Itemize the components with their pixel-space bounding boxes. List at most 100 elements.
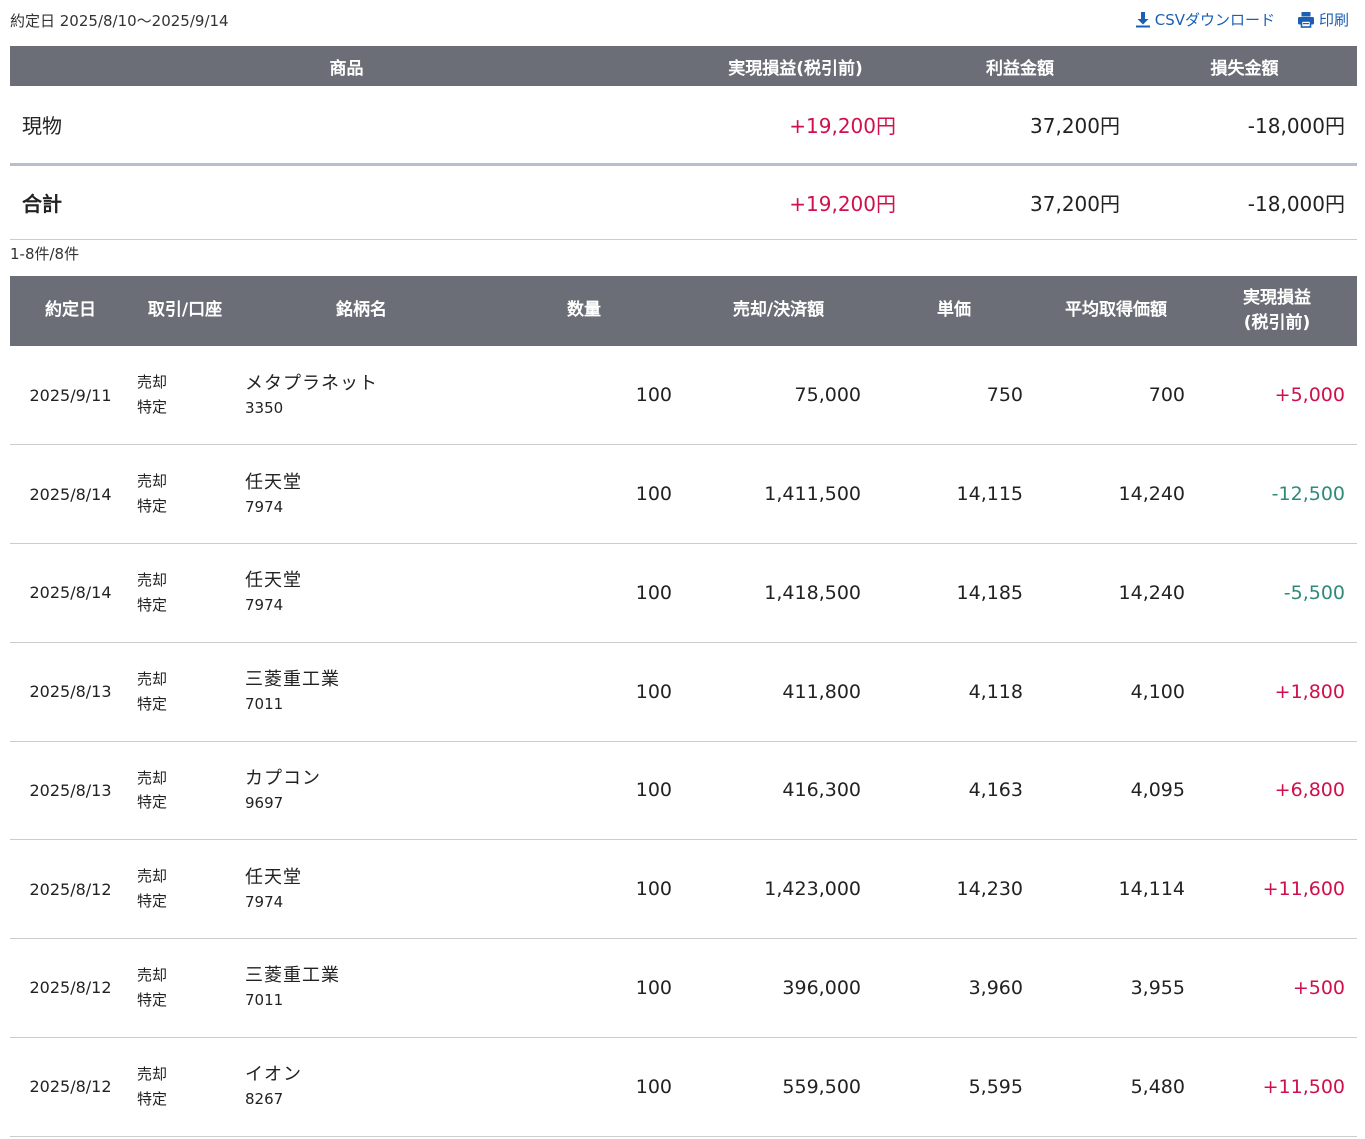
unit-price: 3,960 <box>873 938 1035 1038</box>
table-row: 2025/8/12 売却 特定 イオン 8267 100 559,500 5,595 5,480… <box>10 1037 1357 1137</box>
stock-code: 8267 <box>245 1090 284 1109</box>
account-type: 特定 <box>137 892 168 911</box>
trades-table-body: 2025/9/11 売却 特定 メタプラネット 3350 100 75,000 750 700 +… <box>10 346 1357 1137</box>
trade-date: 2025/8/13 <box>10 642 131 742</box>
table-row: 2025/8/12 売却 特定 三菱重工業 7011 100 396,000 3,960 3,9… <box>10 938 1357 1038</box>
stock-code: 7974 <box>245 892 284 911</box>
trade-type: 売却 <box>137 571 168 590</box>
trades-table: 約定日 取引/口座 銘柄名 数量 売却/決済額 単価 平均取得価額 実現損益 (… <box>10 276 1357 1137</box>
stock-name: 任天堂 <box>245 471 302 493</box>
average-cost: 14,240 <box>1035 444 1197 544</box>
trade-date: 2025/9/11 <box>10 346 131 446</box>
sale-amount: 559,500 <box>684 1037 873 1137</box>
print-button[interactable]: 印刷 <box>1297 9 1349 30</box>
realized-pl-header-line2: (税引前) <box>1243 313 1311 333</box>
quantity: 100 <box>484 642 684 742</box>
quantity: 100 <box>484 839 684 939</box>
loss-amount: -18,000円 <box>1132 86 1357 166</box>
trade-account-cell: 売却 特定 <box>131 839 239 939</box>
column-header-product: 商品 <box>10 46 683 86</box>
product-name: 現物 <box>10 86 683 166</box>
account-type: 特定 <box>137 1089 168 1108</box>
column-header-quantity: 数量 <box>484 276 684 346</box>
table-row: 2025/8/14 売却 特定 任天堂 7974 100 1,411,500 14,115 14… <box>10 444 1357 544</box>
average-cost: 700 <box>1035 346 1197 446</box>
trade-account-cell: 売却 特定 <box>131 346 239 446</box>
sale-amount: 1,418,500 <box>684 543 873 643</box>
table-row: 2025/9/11 売却 特定 メタプラネット 3350 100 75,000 750 700 +… <box>10 346 1357 446</box>
average-cost: 14,240 <box>1035 543 1197 643</box>
trade-account-cell: 売却 特定 <box>131 938 239 1038</box>
period-label: 約定日 2025/8/10〜2025/9/14 <box>10 12 229 30</box>
trade-type: 売却 <box>137 669 168 688</box>
stock-cell: メタプラネット 3350 <box>239 346 484 446</box>
quantity: 100 <box>484 1037 684 1137</box>
stock-cell: 三菱重工業 7011 <box>239 642 484 742</box>
column-header-realized-pl: 実現損益(税引前) <box>683 46 908 86</box>
trade-account-cell: 売却 特定 <box>131 444 239 544</box>
stock-code: 9697 <box>245 793 284 812</box>
sale-amount: 75,000 <box>684 346 873 446</box>
stock-cell: 任天堂 7974 <box>239 839 484 939</box>
summary-row-total: 合計 +19,200円 37,200円 -18,000円 <box>10 164 1357 240</box>
unit-price: 4,118 <box>873 642 1035 742</box>
column-header-realized-pl: 実現損益 (税引前) <box>1197 276 1357 346</box>
stock-name: メタプラネット <box>245 372 378 394</box>
stock-cell: 三菱重工業 7011 <box>239 938 484 1038</box>
actions: CSVダウンロード 印刷 <box>1135 9 1349 30</box>
column-header-profit: 利益金額 <box>908 46 1132 86</box>
trade-type: 売却 <box>137 768 168 787</box>
trade-date: 2025/8/13 <box>10 741 131 841</box>
sale-amount: 396,000 <box>684 938 873 1038</box>
stock-name: 三菱重工業 <box>245 965 340 987</box>
trade-account-cell: 売却 特定 <box>131 642 239 742</box>
unit-price: 5,595 <box>873 1037 1035 1137</box>
quantity: 100 <box>484 741 684 841</box>
realized-pl: +6,800 <box>1197 741 1357 841</box>
column-header-date: 約定日 <box>10 276 131 346</box>
stock-name: 三菱重工業 <box>245 669 340 691</box>
trade-type: 売却 <box>137 966 168 985</box>
account-type: 特定 <box>137 694 168 713</box>
quantity: 100 <box>484 346 684 446</box>
column-header-unit-price: 単価 <box>873 276 1035 346</box>
summary-row-spot: 現物 +19,200円 37,200円 -18,000円 <box>10 86 1357 166</box>
summary-table: 商品 実現損益(税引前) 利益金額 損失金額 現物 +19,200円 37,20… <box>10 46 1357 240</box>
trade-type: 売却 <box>137 867 168 886</box>
total-realized-pl: +19,200円 <box>683 164 908 240</box>
unit-price: 14,185 <box>873 543 1035 643</box>
average-cost: 4,100 <box>1035 642 1197 742</box>
printer-icon <box>1297 12 1314 28</box>
quantity: 100 <box>484 543 684 643</box>
trade-date: 2025/8/14 <box>10 543 131 643</box>
average-cost: 14,114 <box>1035 839 1197 939</box>
trade-account-cell: 売却 特定 <box>131 741 239 841</box>
csv-download-button[interactable]: CSVダウンロード <box>1135 9 1275 30</box>
unit-price: 14,230 <box>873 839 1035 939</box>
trade-account-cell: 売却 特定 <box>131 1037 239 1137</box>
stock-name: 任天堂 <box>245 866 302 888</box>
stock-name: カプコン <box>245 767 321 789</box>
total-profit-amount: 37,200円 <box>908 164 1132 240</box>
sale-amount: 1,411,500 <box>684 444 873 544</box>
trade-type: 売却 <box>137 373 168 392</box>
realized-pl: +5,000 <box>1197 346 1357 446</box>
column-header-amount: 売却/決済額 <box>684 276 873 346</box>
average-cost: 5,480 <box>1035 1037 1197 1137</box>
realized-pl-header-line1: 実現損益 <box>1243 287 1311 308</box>
stock-name: イオン <box>245 1064 302 1086</box>
trade-date: 2025/8/12 <box>10 1037 131 1137</box>
unit-price: 14,115 <box>873 444 1035 544</box>
top-bar: 約定日 2025/8/10〜2025/9/14 CSVダウンロード 印刷 <box>10 0 1357 40</box>
unit-price: 4,163 <box>873 741 1035 841</box>
stock-cell: イオン 8267 <box>239 1037 484 1137</box>
stock-code: 7011 <box>245 695 284 714</box>
total-loss-amount: -18,000円 <box>1132 164 1357 240</box>
sale-amount: 1,423,000 <box>684 839 873 939</box>
download-icon <box>1135 12 1150 28</box>
trade-type: 売却 <box>137 472 168 491</box>
sale-amount: 416,300 <box>684 741 873 841</box>
summary-header-row: 商品 実現損益(税引前) 利益金額 損失金額 <box>10 46 1357 86</box>
table-row: 2025/8/13 売却 特定 カプコン 9697 100 416,300 4,163 4,09… <box>10 741 1357 841</box>
column-header-account: 取引/口座 <box>131 276 239 346</box>
